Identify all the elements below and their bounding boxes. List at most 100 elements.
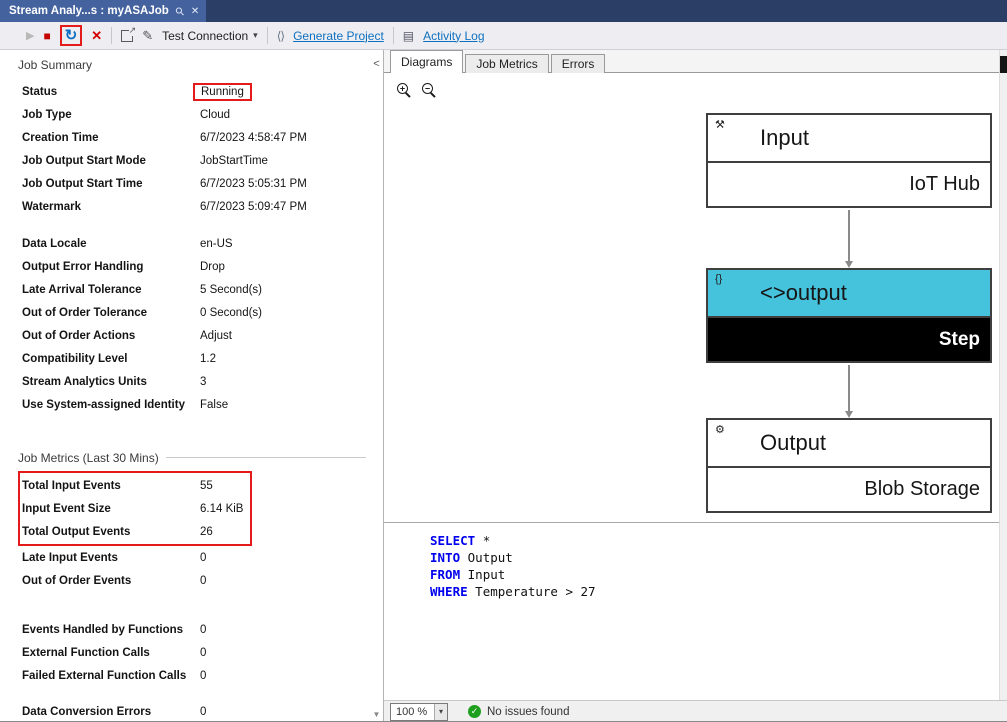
scrollbar-down-arrow[interactable]: ▼ [369, 710, 384, 719]
output-sink-icon: ⚙ [715, 423, 725, 436]
field-value: Cloud [200, 109, 369, 121]
field-label: Data Locale [22, 238, 200, 250]
query-line: FROM Input [430, 566, 1007, 583]
diagram-node-query-step[interactable]: {} <>output Step [706, 268, 992, 363]
stop-job-button[interactable]: ■ [43, 29, 50, 43]
field-value: 3 [200, 376, 369, 388]
field-label: Total Output Events [22, 526, 200, 538]
metrics-row: Total Output Events 26 [20, 520, 250, 543]
metrics-row: Input Event Size 6.14 KiB [20, 497, 250, 520]
zoom-in-icon[interactable]: + [397, 83, 408, 94]
diagram-node-input[interactable]: ⚒ Input IoT Hub [706, 113, 992, 208]
field-label: Use System-assigned Identity [22, 399, 200, 411]
field-label: Out of Order Actions [22, 330, 200, 342]
field-value: Adjust [200, 330, 369, 342]
diagram-node-output[interactable]: ⚙ Output Blob Storage [706, 418, 992, 513]
metrics-row: Events Handled by Functions 0 [0, 618, 369, 641]
diagram-vertical-scrollbar[interactable] [999, 50, 1007, 700]
pin-icon[interactable]: ⚲ [172, 4, 187, 19]
field-value: 0 Second(s) [200, 307, 369, 319]
app-window: Stream Analy...s : myASAJob ⚲ ✕ ▶ ■ ↻ ✕ … [0, 0, 1007, 722]
field-label: Total Input Events [22, 480, 200, 492]
scrollbar-thumb[interactable] [1000, 56, 1007, 73]
field-label: Input Event Size [22, 503, 200, 515]
summary-row: Status Running [0, 80, 369, 103]
refresh-annotation-box: ↻ [60, 25, 83, 46]
summary-row: Late Arrival Tolerance 5 Second(s) [0, 278, 369, 301]
field-label: Output Error Handling [22, 261, 200, 273]
field-value: 26 [200, 526, 250, 538]
diagram-status-bar: 100 % ▾ ✓ No issues found [384, 700, 1007, 722]
field-value: 6.14 KiB [200, 503, 250, 515]
delete-job-button[interactable]: ✕ [91, 28, 102, 44]
field-value: 0 [200, 575, 369, 587]
field-label: Stream Analytics Units [22, 376, 200, 388]
metrics-row: External Function Calls 0 [0, 641, 369, 664]
summary-row: Job Output Start Mode JobStartTime [0, 149, 369, 172]
node-subtitle: Step [708, 316, 990, 361]
status-message: No issues found [487, 706, 569, 718]
chevron-down-icon: ▾ [434, 704, 447, 720]
toolbar-separator [111, 27, 112, 44]
field-value: False [200, 399, 369, 411]
field-value: 0 [200, 647, 369, 659]
left-panel-scrollbar[interactable]: < ▼ [369, 50, 384, 722]
field-label: Status [22, 86, 200, 98]
summary-row: Watermark 6/7/2023 5:09:47 PM [0, 195, 369, 218]
job-metrics-header: Job Metrics (Last 30 Mins) [0, 446, 369, 469]
node-title: Input [760, 125, 809, 151]
open-in-portal-icon[interactable] [121, 30, 133, 42]
generate-project-link[interactable]: Generate Project [293, 29, 384, 43]
flow-arrow [848, 210, 850, 262]
field-value: 0 [200, 552, 369, 564]
summary-row: Compatibility Level 1.2 [0, 347, 369, 370]
refresh-button[interactable]: ↻ [65, 28, 78, 43]
flow-arrow [848, 365, 850, 412]
metrics-row: Failed External Function Calls 0 [0, 664, 369, 687]
diagram-zoom-select[interactable]: 100 % ▾ [390, 703, 448, 721]
field-label: Watermark [22, 201, 200, 213]
field-label: Out of Order Tolerance [22, 307, 200, 319]
document-tab-strip: Stream Analy...s : myASAJob ⚲ ✕ [0, 0, 1007, 22]
collapse-panel-button[interactable]: < [369, 58, 384, 70]
tab-diagrams[interactable]: Diagrams [390, 50, 463, 73]
field-value: 0 [200, 706, 369, 718]
edit-script-icon[interactable]: ✎ [142, 28, 153, 44]
start-job-button[interactable]: ▶ [26, 29, 34, 42]
zoom-level-value: 100 % [391, 706, 434, 718]
field-label: Job Output Start Time [22, 178, 200, 190]
status-value-annotation: Running [193, 83, 252, 101]
field-value: 6/7/2023 5:05:31 PM [200, 178, 369, 190]
metrics-row: Out of Order Events 0 [0, 569, 369, 592]
field-label: Compatibility Level [22, 353, 200, 365]
metrics-group-1: Late Input Events 0 Out of Order Events … [0, 546, 369, 592]
toolbar-separator [267, 27, 268, 44]
field-value: Drop [200, 261, 369, 273]
activity-log-link[interactable]: Activity Log [423, 29, 484, 43]
tab-job-metrics[interactable]: Job Metrics [465, 54, 548, 73]
field-value: en-US [200, 238, 369, 250]
job-diagram-canvas[interactable]: + − ⚒ Input IoT Hub {} <>output [384, 73, 1007, 522]
field-label: Data Conversion Errors [22, 706, 200, 718]
toolbar: ▶ ■ ↻ ✕ ✎ Test Connection ▾ ⟨⟩ Generate … [0, 22, 1007, 50]
summary-row: Stream Analytics Units 3 [0, 370, 369, 393]
metrics-annotation-box: Total Input Events 55 Input Event Size 6… [18, 471, 252, 546]
summary-row: Data Locale en-US [0, 232, 369, 255]
summary-row: Job Type Cloud [0, 103, 369, 126]
metrics-row: Late Input Events 0 [0, 546, 369, 569]
test-connection-dropdown[interactable]: Test Connection ▾ [162, 29, 258, 43]
activity-log-icon: ▤ [403, 29, 414, 43]
query-step-icon: {} [715, 273, 722, 285]
document-tab[interactable]: Stream Analy...s : myASAJob ⚲ ✕ [0, 0, 206, 22]
tab-errors[interactable]: Errors [551, 54, 606, 73]
close-icon[interactable]: ✕ [191, 6, 199, 17]
summary-row: Out of Order Tolerance 0 Second(s) [0, 301, 369, 324]
node-title: <>output [760, 280, 847, 306]
metrics-group-2: Events Handled by Functions 0 External F… [0, 618, 369, 687]
field-label: Late Input Events [22, 552, 200, 564]
summary-row: Job Output Start Time 6/7/2023 5:05:31 P… [0, 172, 369, 195]
query-line: SELECT * [430, 532, 1007, 549]
zoom-out-icon[interactable]: − [422, 83, 433, 94]
field-value: 6/7/2023 4:58:47 PM [200, 132, 369, 144]
field-value: 5 Second(s) [200, 284, 369, 296]
